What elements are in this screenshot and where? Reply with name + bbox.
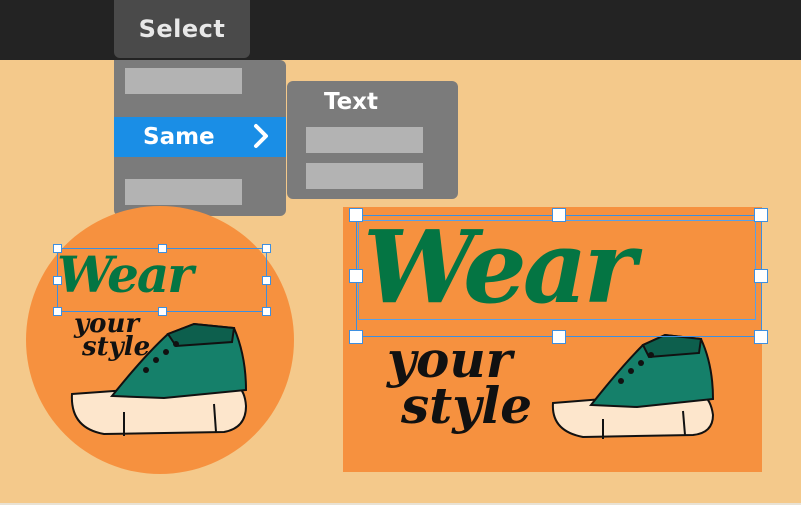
submenu-item-placeholder[interactable] (306, 127, 423, 153)
resize-handle[interactable] (754, 269, 768, 283)
select-menu-button[interactable]: Select (114, 0, 250, 58)
resize-handle[interactable] (754, 330, 768, 344)
tagline-line2-large: style (401, 376, 533, 435)
resize-handle[interactable] (552, 330, 566, 344)
selection-box-small[interactable] (57, 248, 267, 312)
resize-handle[interactable] (552, 208, 566, 222)
select-dropdown-menu: Same (114, 60, 286, 216)
resize-handle[interactable] (262, 244, 271, 253)
same-submenu: Text (287, 81, 458, 199)
submenu-item-placeholder[interactable] (306, 163, 423, 189)
menu-item-same-label: Same (143, 124, 215, 150)
resize-handle[interactable] (158, 307, 167, 316)
resize-handle[interactable] (53, 307, 62, 316)
resize-handle[interactable] (349, 208, 363, 222)
sneaker-icon (549, 329, 721, 441)
text-bounds-large (358, 220, 756, 320)
resize-handle[interactable] (349, 269, 363, 283)
chevron-right-icon (250, 123, 272, 149)
menu-item-placeholder[interactable] (125, 179, 242, 205)
resize-handle[interactable] (754, 208, 768, 222)
resize-handle[interactable] (53, 276, 62, 285)
resize-handle[interactable] (158, 244, 167, 253)
menu-item-placeholder[interactable] (125, 68, 242, 94)
resize-handle[interactable] (349, 330, 363, 344)
resize-handle[interactable] (262, 307, 271, 316)
menu-item-same[interactable]: Same (114, 117, 286, 157)
resize-handle[interactable] (262, 276, 271, 285)
select-menu-label: Select (138, 15, 226, 43)
resize-handle[interactable] (53, 244, 62, 253)
sneaker-icon (64, 316, 260, 438)
submenu-item-text[interactable]: Text (287, 89, 415, 115)
